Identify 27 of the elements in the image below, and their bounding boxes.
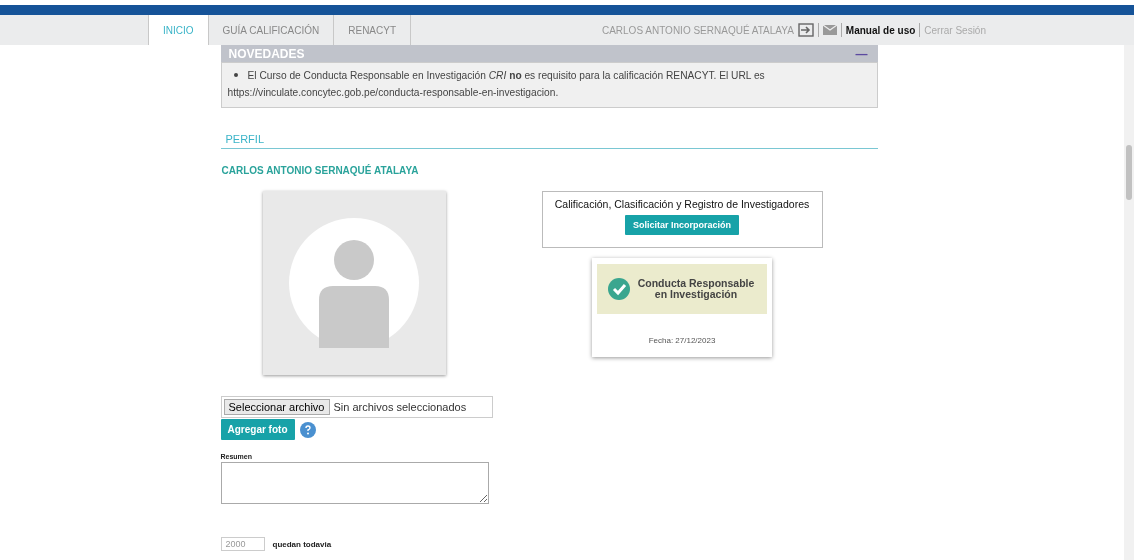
user-name: CARLOS ANTONIO SERNAQUÉ ATALAYA [601,24,794,36]
card-title: Calificación, Clasificación y Registro de Investigadores [554,198,810,210]
news-title: NOVEDADES [228,46,305,61]
mail-icon[interactable] [822,25,837,35]
nav-tab[interactable]: INICIO [148,15,209,45]
scroll-thumb[interactable] [1126,145,1132,200]
certificate-date: Fecha: 27/12/2023 [648,336,716,345]
check-icon [608,278,630,300]
news-text: El Curso de Conducta Responsable en Investigación CRI no es requisito para la calificación RENACYT. El URL es https://vinculate.concytec.gob.pe/conducta-responsable-en-investigacion. [227,67,869,101]
summary-field[interactable] [220,462,489,504]
collapse-button[interactable]: — [855,46,868,61]
manual-link[interactable]: Manual de uso [845,24,916,36]
scrollbar[interactable] [1124,45,1134,560]
login-icon[interactable] [797,23,814,37]
add-photo-button[interactable]: Agregar foto [220,419,295,440]
help-icon[interactable] [299,421,316,438]
remaining-count: 2000 [220,537,265,551]
file-status: Sin archivos seleccionados [333,401,467,413]
profile-name: CARLOS ANTONIO SERNAQUÉ ATALAYA [220,163,420,176]
remaining-label: quedan todavia [272,539,332,549]
logout-link[interactable]: Cerrar Sesión [924,24,986,36]
avatar-icon [289,218,419,348]
section-title: PERFIL [220,108,878,149]
choose-file-button[interactable]: Seleccionar archivo [223,399,330,415]
request-button[interactable]: Solicitar Incorporación [625,215,739,235]
certificate-title: Conducta Responsable en Investigación [636,278,756,300]
file-input[interactable]: Seleccionar archivo Sin archivos seleccionados [220,396,493,418]
